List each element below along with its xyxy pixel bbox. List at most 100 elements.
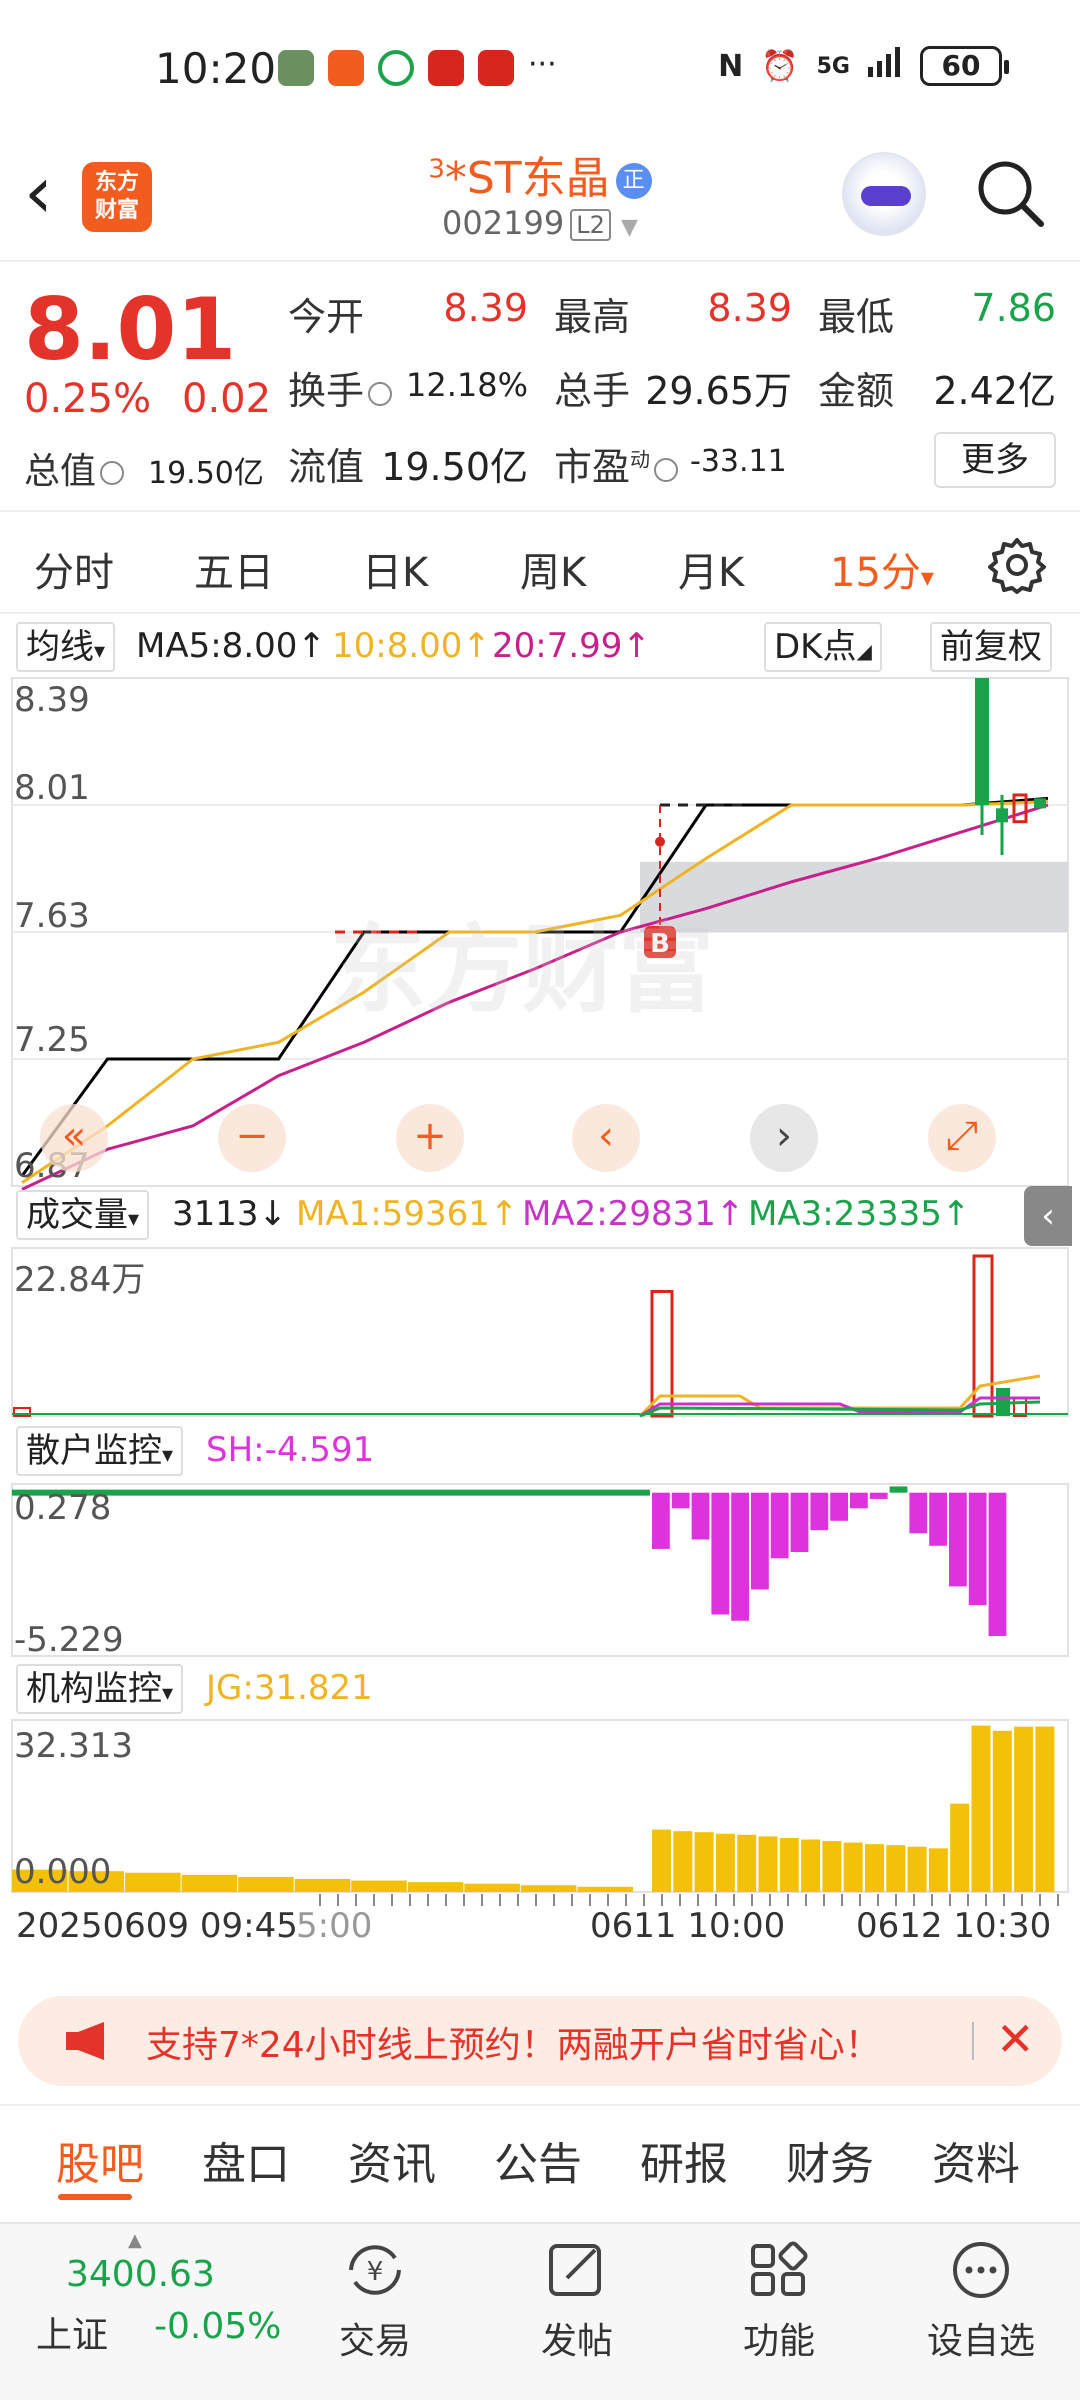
retail-value: SH:-4.591 <box>206 1430 375 1470</box>
nav-functions-label: 功能 <box>742 2321 815 2362</box>
last-price: 8.01 <box>24 280 237 380</box>
x-label-start-partial: 5:00 <box>296 1906 373 1946</box>
tab-forum[interactable]: 股吧 <box>56 2128 144 2192</box>
tab-research[interactable]: 研报 <box>640 2128 728 2192</box>
low-label: 最低 <box>818 295 895 339</box>
more-notifications-icon: ··· <box>528 47 557 82</box>
tab-news[interactable]: 资讯 <box>348 2128 436 2192</box>
scroll-right-icon[interactable]: › <box>750 1104 818 1172</box>
y-label: 8.01 <box>14 768 90 808</box>
tab-daily-k[interactable]: 日K <box>362 540 428 598</box>
zoom-in-icon[interactable]: + <box>396 1104 464 1172</box>
assistant-robot-icon[interactable] <box>842 152 926 236</box>
notification-icons: ··· <box>278 50 557 86</box>
institution-bar <box>520 1885 577 1892</box>
network-label: 5G <box>816 53 850 79</box>
info-icon[interactable] <box>654 457 679 482</box>
app-notification-icon-2 <box>428 50 464 86</box>
stock-name-text: *ST东晶 <box>444 153 610 204</box>
institution-bar <box>950 1803 970 1892</box>
institution-bar <box>737 1834 757 1892</box>
institution-bar <box>238 1876 294 1892</box>
retail-bar <box>810 1492 829 1531</box>
promo-text: 支持7*24小时线上预约！两融开户省时省心！ <box>146 2025 881 2066</box>
tab-financials[interactable]: 财务 <box>786 2128 874 2192</box>
gear-icon[interactable] <box>988 536 1046 594</box>
retail-bar <box>929 1492 947 1546</box>
retail-bar <box>790 1492 809 1553</box>
search-icon[interactable] <box>975 158 1045 228</box>
close-icon[interactable]: ✕ <box>996 2012 1035 2066</box>
retail-monitor-select[interactable]: 散户监控▾ <box>16 1426 184 1476</box>
pe-label: 市盈动 <box>554 436 682 491</box>
institution-bar <box>758 1836 778 1892</box>
institution-value: JG:31.821 <box>206 1668 373 1708</box>
fullscreen-icon[interactable]: ⤢ <box>928 1104 996 1172</box>
retail-bar <box>968 1492 987 1606</box>
nav-post-label: 发帖 <box>540 2321 613 2362</box>
more-button[interactable]: 更多 <box>934 432 1056 488</box>
nav-functions[interactable]: 功能 <box>704 2240 854 2364</box>
open-value: 8.39 <box>443 286 528 330</box>
tab-orderbook[interactable]: 盘口 <box>202 2128 290 2192</box>
change-percent: 0.25% <box>24 376 152 422</box>
collapse-panel-icon[interactable]: ‹ <box>1024 1186 1072 1246</box>
float-value: 19.50亿 <box>381 445 528 489</box>
institution-top-label: 32.313 <box>14 1726 133 1766</box>
retail-bar <box>691 1492 710 1540</box>
volume-select[interactable]: 成交量▾ <box>16 1190 150 1240</box>
turnover-label: 换手 <box>288 360 396 415</box>
tab-monthly-k[interactable]: 月K <box>678 540 744 598</box>
retail-bar <box>889 1486 908 1493</box>
grid-icon <box>751 2241 808 2296</box>
nav-post[interactable]: 发帖 <box>502 2240 652 2364</box>
alarm-icon: ⏰ <box>761 48 799 84</box>
tab-15min[interactable]: 15分▾ <box>830 540 934 598</box>
tab-weekly-k[interactable]: 周K <box>520 540 586 598</box>
institution-bar <box>351 1880 407 1892</box>
watermark: 东方财富 <box>330 914 714 1026</box>
content-tabs: 股吧 盘口 资讯 公告 研报 财务 资料 <box>0 2104 1080 2204</box>
institution-bar <box>715 1833 735 1892</box>
institution-bar <box>652 1829 671 1892</box>
retail-top-label: 0.278 <box>14 1488 112 1528</box>
tab-five-day[interactable]: 五日 <box>194 540 274 598</box>
low-value: 7.86 <box>971 286 1056 330</box>
institution-bar <box>464 1883 520 1892</box>
megaphone-icon <box>66 2022 104 2060</box>
promo-banner[interactable]: 支持7*24小时线上预约！两融开户省时省心！ ✕ <box>18 1996 1062 2086</box>
tab-announcements[interactable]: 公告 <box>494 2128 582 2192</box>
nav-add-watchlist[interactable]: 设自选 <box>906 2240 1056 2364</box>
app-notification-icon <box>328 50 364 86</box>
scroll-left-icon[interactable]: ‹ <box>572 1104 640 1172</box>
nav-trade[interactable]: ¥ 交易 <box>300 2240 450 2364</box>
tab-profile[interactable]: 资料 <box>932 2128 1020 2192</box>
info-icon[interactable] <box>368 381 393 406</box>
volume-value: 29.65万 <box>645 369 792 413</box>
y-label: 7.63 <box>14 896 90 936</box>
scroll-left-fast-icon[interactable]: « <box>40 1104 108 1172</box>
retail-bar <box>949 1492 967 1587</box>
x-label-mid: 0611 10:00 <box>590 1906 786 1946</box>
edit-icon <box>549 2244 601 2296</box>
volume-label: 总手 <box>554 369 631 413</box>
y-label: 7.25 <box>14 1020 90 1060</box>
pe-value: -33.11 <box>690 444 787 479</box>
tab-intraday[interactable]: 分时 <box>34 540 114 598</box>
vol-ma3-legend: MA3:23335↑ <box>748 1194 971 1234</box>
zheng-badge: 正 <box>615 163 652 199</box>
retail-bar <box>850 1492 868 1509</box>
system-icons: N ⏰ 5G 60 <box>718 46 1009 86</box>
chart-area: 均线▾ MA5:8.00↑ 10:8.00↑ 20:7.99↑ DK点◢ 前复权… <box>0 616 1080 1986</box>
retail-bar <box>652 1492 670 1549</box>
volume-bar <box>972 1254 994 1418</box>
vol-ma1-legend: MA1:59361↑ <box>296 1194 519 1234</box>
nav-trade-label: 交易 <box>338 2321 411 2362</box>
stock-code-text: 002199 <box>442 204 565 242</box>
info-icon[interactable] <box>100 461 125 485</box>
zoom-out-icon[interactable]: − <box>218 1104 286 1172</box>
total-value: 19.50亿 <box>148 456 264 491</box>
institution-monitor-select[interactable]: 机构监控▾ <box>16 1664 184 1714</box>
volume-value: 3113↓ <box>172 1194 288 1234</box>
kline-chart[interactable]: B <box>0 616 1080 1986</box>
